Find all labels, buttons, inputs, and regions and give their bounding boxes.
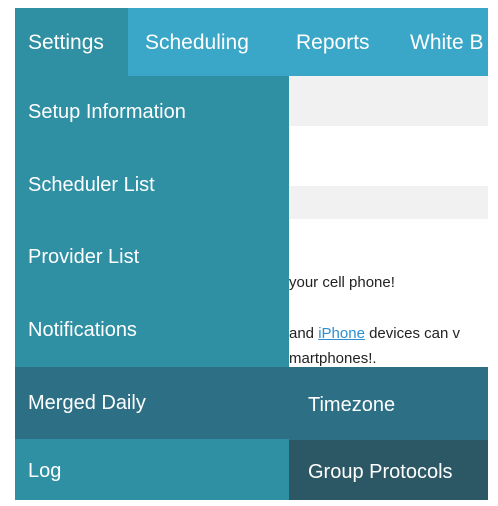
tab-white-b[interactable]: White B bbox=[410, 8, 484, 76]
content-text-line: your cell phone! bbox=[289, 274, 395, 291]
content-text-line: martphones!. bbox=[289, 350, 377, 366]
screenshot-margin bbox=[0, 0, 15, 506]
content-text-fragment: and bbox=[289, 325, 319, 342]
top-navigation: Settings Scheduling Reports White B bbox=[15, 8, 488, 76]
content-text-fragment: devices can v bbox=[364, 325, 460, 342]
tab-settings[interactable]: Settings bbox=[15, 8, 128, 76]
content-band bbox=[275, 186, 488, 219]
menu-item-notifications[interactable]: Notifications bbox=[15, 294, 289, 366]
page-content: your cell phone! and iPhone devices can … bbox=[275, 76, 488, 366]
menu-item-merged-daily[interactable]: Merged Daily bbox=[15, 367, 289, 439]
content-text-line: and iPhone devices can v bbox=[289, 325, 460, 342]
settings-dropdown-menu: Setup Information Scheduler List Provide… bbox=[15, 76, 289, 500]
content-band bbox=[275, 76, 488, 126]
submenu-item-timezone[interactable]: Timezone bbox=[289, 367, 488, 440]
submenu-item-group-protocols[interactable]: Group Protocols bbox=[289, 440, 488, 500]
screenshot-margin bbox=[0, 0, 498, 8]
menu-item-log[interactable]: Log bbox=[15, 439, 289, 500]
app-frame: your cell phone! and iPhone devices can … bbox=[0, 0, 498, 506]
menu-item-provider-list[interactable]: Provider List bbox=[15, 221, 289, 293]
screenshot-margin bbox=[0, 500, 498, 506]
tab-scheduling[interactable]: Scheduling bbox=[145, 8, 249, 76]
screenshot-margin bbox=[488, 0, 498, 506]
menu-item-scheduler-list[interactable]: Scheduler List bbox=[15, 149, 289, 221]
menu-item-setup-information[interactable]: Setup Information bbox=[15, 76, 289, 148]
tab-reports[interactable]: Reports bbox=[296, 8, 370, 76]
iphone-link[interactable]: iPhone bbox=[318, 325, 365, 342]
